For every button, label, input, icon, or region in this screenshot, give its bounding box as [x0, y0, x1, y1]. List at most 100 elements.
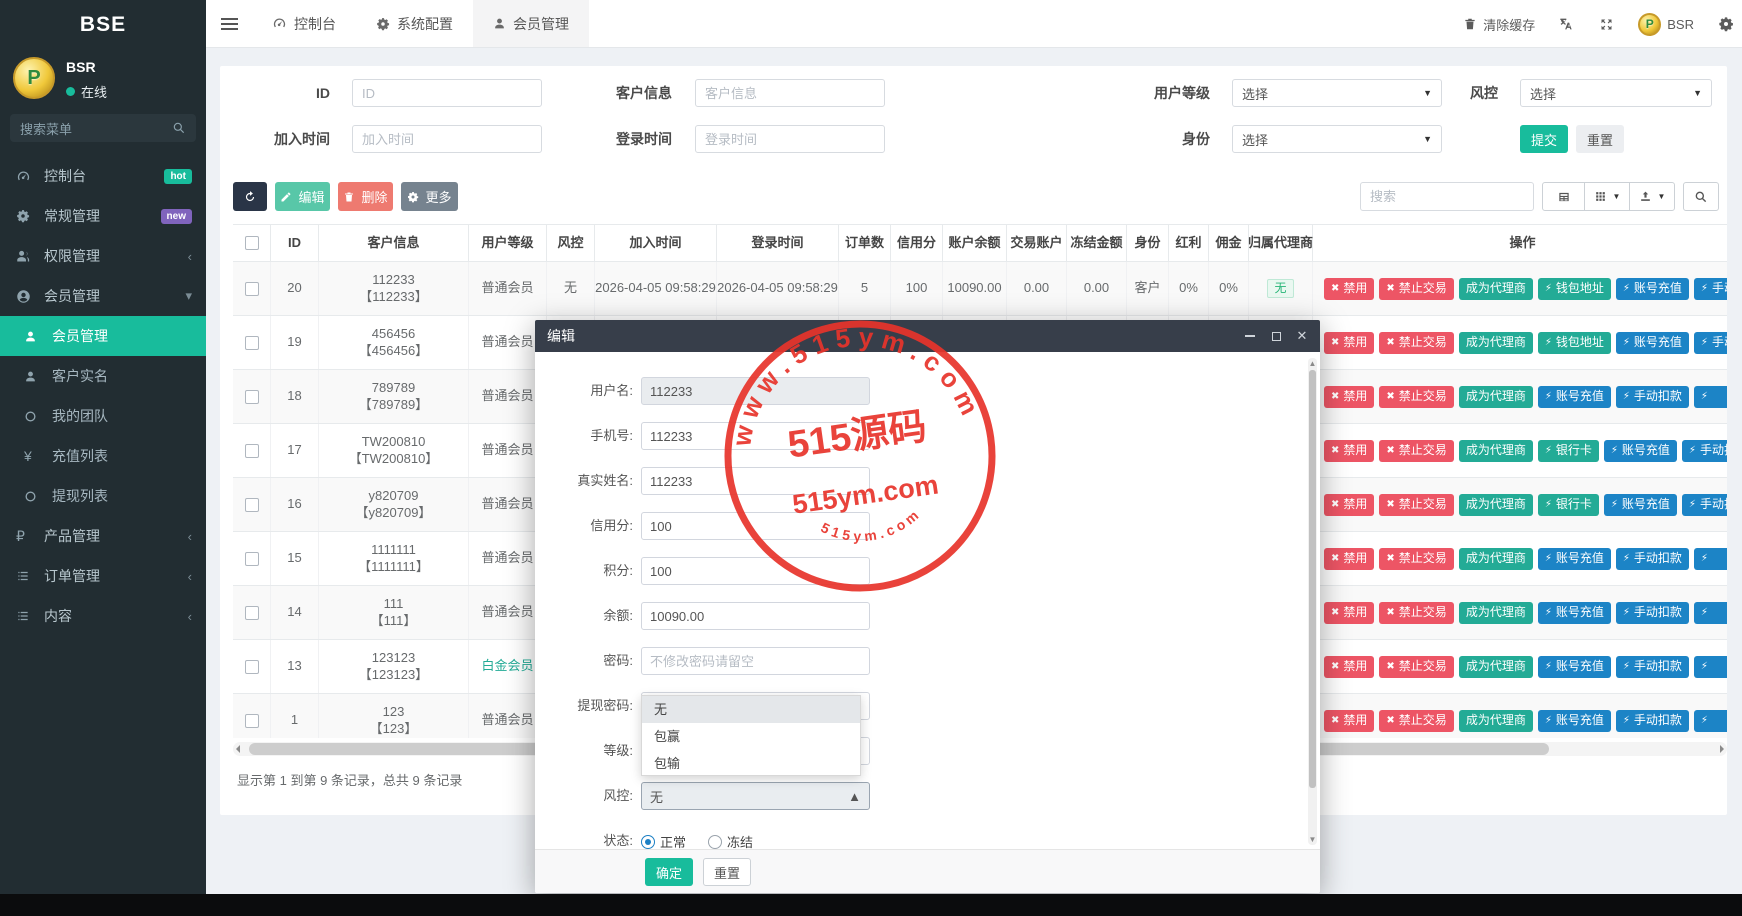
action-button[interactable]: ⚡: [1694, 656, 1727, 678]
action-button-禁止交易[interactable]: ✖禁止交易: [1379, 278, 1453, 300]
row-checkbox[interactable]: [245, 552, 259, 566]
action-button-禁止交易[interactable]: ✖禁止交易: [1379, 602, 1453, 624]
action-button-成为代理商[interactable]: 成为代理商: [1459, 440, 1533, 462]
sidebar-item-6[interactable]: 我的团队: [0, 396, 206, 436]
action-button-钱包地址[interactable]: ⚡钱包地址: [1538, 278, 1611, 300]
action-button-手动扣款[interactable]: ⚡手动扣款: [1616, 710, 1689, 732]
dropdown-option-包赢[interactable]: 包赢: [642, 723, 860, 750]
action-button-禁用[interactable]: ✖禁用: [1324, 710, 1374, 732]
restore-icon[interactable]: [1270, 330, 1282, 342]
action-button-禁用[interactable]: ✖禁用: [1324, 602, 1374, 624]
sidebar-item-5[interactable]: 客户实名: [0, 356, 206, 396]
row-checkbox[interactable]: [245, 714, 259, 728]
modal-input-5[interactable]: [641, 602, 870, 630]
modal-titlebar[interactable]: 编辑 ✕: [535, 320, 1320, 352]
filter-login-time-input[interactable]: [695, 125, 885, 153]
modal-input-4[interactable]: [641, 557, 870, 585]
reset-button[interactable]: 重置: [1576, 125, 1624, 153]
dropdown-option-包输[interactable]: 包输: [642, 750, 860, 777]
action-button-手动扣款[interactable]: ⚡手动扣款: [1682, 494, 1727, 516]
sidebar-item-7[interactable]: ¥充值列表: [0, 436, 206, 476]
action-button-账号充值[interactable]: ⚡账号充值: [1538, 602, 1611, 624]
settings-cogs-icon[interactable]: [1718, 16, 1734, 32]
filter-customer-input[interactable]: [695, 79, 885, 107]
table-search-input[interactable]: [1360, 182, 1534, 211]
action-button-手动扣款[interactable]: ⚡手动扣款: [1694, 278, 1727, 300]
export-button[interactable]: ▼: [1629, 182, 1675, 211]
action-button-禁止交易[interactable]: ✖禁止交易: [1379, 332, 1453, 354]
action-button-禁用[interactable]: ✖禁用: [1324, 386, 1374, 408]
action-button-成为代理商[interactable]: 成为代理商: [1459, 494, 1533, 516]
modal-select-9[interactable]: 无▲: [641, 782, 870, 810]
action-button-成为代理商[interactable]: 成为代理商: [1459, 548, 1533, 570]
tab-2[interactable]: 会员管理: [473, 0, 589, 47]
action-button-账号充值[interactable]: ⚡账号充值: [1538, 656, 1611, 678]
filter-join-time-input[interactable]: [352, 125, 542, 153]
action-button-成为代理商[interactable]: 成为代理商: [1459, 332, 1533, 354]
sidebar-item-0[interactable]: 控制台hot: [0, 156, 206, 196]
confirm-button[interactable]: 确定: [645, 858, 693, 886]
action-button-禁用[interactable]: ✖禁用: [1324, 332, 1374, 354]
action-button-账号充值[interactable]: ⚡账号充值: [1616, 278, 1689, 300]
action-button-禁止交易[interactable]: ✖禁止交易: [1379, 386, 1453, 408]
action-button[interactable]: ⚡: [1694, 710, 1727, 732]
topbar-user[interactable]: P BSR: [1638, 13, 1694, 36]
action-button-账号充值[interactable]: ⚡账号充值: [1538, 548, 1611, 570]
filter-risk-select[interactable]: 选择 ▼: [1520, 79, 1712, 107]
action-button-手动扣款[interactable]: ⚡手动扣款: [1616, 548, 1689, 570]
action-button-禁用[interactable]: ✖禁用: [1324, 278, 1374, 300]
edit-button[interactable]: 编辑: [275, 182, 330, 211]
sidebar-item-8[interactable]: 提现列表: [0, 476, 206, 516]
sidebar-item-2[interactable]: 权限管理‹: [0, 236, 206, 276]
dropdown-option-无[interactable]: 无: [642, 696, 860, 723]
hamburger-menu-icon[interactable]: [206, 0, 252, 47]
action-button-手动扣款[interactable]: ⚡手动扣款: [1682, 440, 1727, 462]
action-button-银行卡[interactable]: ⚡银行卡: [1538, 494, 1599, 516]
minimize-icon[interactable]: [1244, 330, 1256, 342]
tab-1[interactable]: 系统配置: [356, 0, 473, 47]
more-button[interactable]: 更多: [401, 182, 458, 211]
scroll-up-icon[interactable]: ▲: [1309, 359, 1317, 368]
filter-identity-select[interactable]: 选择 ▼: [1232, 125, 1442, 153]
sidebar-search-input[interactable]: 搜索菜单: [10, 114, 196, 142]
action-button-成为代理商[interactable]: 成为代理商: [1459, 602, 1533, 624]
action-button-禁用[interactable]: ✖禁用: [1324, 548, 1374, 570]
refresh-button[interactable]: [233, 182, 267, 211]
action-button-账号充值[interactable]: ⚡账号充值: [1604, 494, 1677, 516]
grid-view-button[interactable]: ▼: [1584, 182, 1630, 211]
action-button-账号充值[interactable]: ⚡账号充值: [1616, 332, 1689, 354]
action-button-成为代理商[interactable]: 成为代理商: [1459, 386, 1533, 408]
action-button-成为代理商[interactable]: 成为代理商: [1459, 710, 1533, 732]
action-button-禁用[interactable]: ✖禁用: [1324, 494, 1374, 516]
select-all-checkbox[interactable]: [245, 236, 259, 250]
modal-input-1[interactable]: [641, 422, 870, 450]
row-checkbox[interactable]: [245, 390, 259, 404]
row-checkbox[interactable]: [245, 498, 259, 512]
action-button-手动扣款[interactable]: ⚡手动扣款: [1616, 602, 1689, 624]
row-checkbox[interactable]: [245, 282, 259, 296]
row-checkbox[interactable]: [245, 606, 259, 620]
action-button-禁止交易[interactable]: ✖禁止交易: [1379, 548, 1453, 570]
action-button-禁用[interactable]: ✖禁用: [1324, 440, 1374, 462]
sidebar-item-9[interactable]: ₽产品管理‹: [0, 516, 206, 556]
action-button-成为代理商[interactable]: 成为代理商: [1459, 656, 1533, 678]
close-icon[interactable]: ✕: [1296, 330, 1308, 342]
action-button-禁止交易[interactable]: ✖禁止交易: [1379, 440, 1453, 462]
action-button-手动扣款[interactable]: ⚡手动扣款: [1616, 386, 1689, 408]
action-button-禁用[interactable]: ✖禁用: [1324, 656, 1374, 678]
row-checkbox[interactable]: [245, 444, 259, 458]
action-button-手动扣款[interactable]: ⚡手动扣款: [1616, 656, 1689, 678]
action-button-禁止交易[interactable]: ✖禁止交易: [1379, 494, 1453, 516]
action-button-账号充值[interactable]: ⚡账号充值: [1538, 710, 1611, 732]
sidebar-item-4[interactable]: 会员管理: [0, 316, 206, 356]
modal-input-6[interactable]: [641, 647, 870, 675]
clear-cache-button[interactable]: 清除缓存: [1463, 15, 1535, 34]
delete-button[interactable]: 删除: [338, 182, 393, 211]
advanced-search-button[interactable]: [1683, 182, 1719, 211]
sidebar-item-1[interactable]: 常规管理new: [0, 196, 206, 236]
row-checkbox[interactable]: [245, 336, 259, 350]
action-button-账号充值[interactable]: ⚡账号充值: [1538, 386, 1611, 408]
scroll-right-icon[interactable]: [1720, 745, 1724, 753]
action-button-手动扣款[interactable]: ⚡手动扣款: [1694, 332, 1727, 354]
translate-icon[interactable]: [1559, 16, 1575, 32]
